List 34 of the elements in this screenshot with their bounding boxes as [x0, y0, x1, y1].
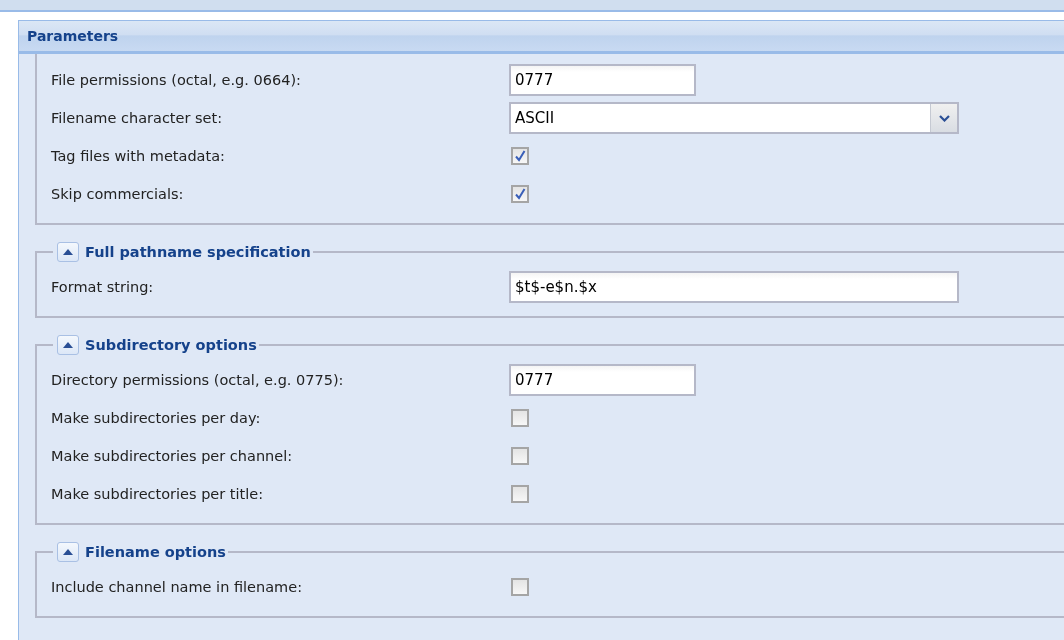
- field-label: Tag files with metadata:: [51, 148, 226, 164]
- field-label: Make subdirectories per title:: [51, 486, 265, 502]
- collapse-toggle[interactable]: [57, 335, 79, 355]
- dropdown-trigger[interactable]: [930, 104, 957, 132]
- checkbox[interactable]: [511, 185, 529, 203]
- dropdown-field[interactable]: ASCII: [509, 102, 959, 134]
- section-title: Full pathname specification: [85, 244, 311, 260]
- field-label: Make subdirectories per day:: [51, 410, 262, 426]
- section-title: Subdirectory options: [85, 337, 257, 353]
- checkmark-icon: [514, 188, 526, 200]
- collapse-toggle[interactable]: [57, 542, 79, 562]
- field-label: Skip commercials:: [51, 186, 185, 202]
- field-label: Filename character set:: [51, 110, 224, 126]
- triangle-icon: [63, 549, 73, 555]
- checkmark-icon: [514, 150, 526, 162]
- checkbox[interactable]: [511, 485, 529, 503]
- checkbox[interactable]: [511, 409, 529, 427]
- checkbox[interactable]: [511, 578, 529, 596]
- triangle-icon: [63, 249, 73, 255]
- field-label: Format string:: [51, 279, 155, 295]
- input-field[interactable]: 0777: [509, 64, 696, 96]
- panel-title: Parameters: [27, 28, 119, 44]
- field-label: Make subdirectories per channel:: [51, 448, 294, 464]
- triangle-icon: [63, 342, 73, 348]
- field-label: Directory permissions (octal, e.g. 0775):: [51, 372, 345, 388]
- collapse-toggle[interactable]: [57, 242, 79, 262]
- field-label: File permissions (octal, e.g. 0664):: [51, 72, 302, 88]
- chevron-down-icon: [938, 114, 950, 122]
- checkbox[interactable]: [511, 147, 529, 165]
- section-title: Filename options: [85, 544, 226, 560]
- input-field[interactable]: 0777: [509, 364, 696, 396]
- checkbox[interactable]: [511, 447, 529, 465]
- input-field[interactable]: $t$-e$n.$x: [509, 271, 959, 303]
- field-label: Include channel name in filename:: [51, 579, 304, 595]
